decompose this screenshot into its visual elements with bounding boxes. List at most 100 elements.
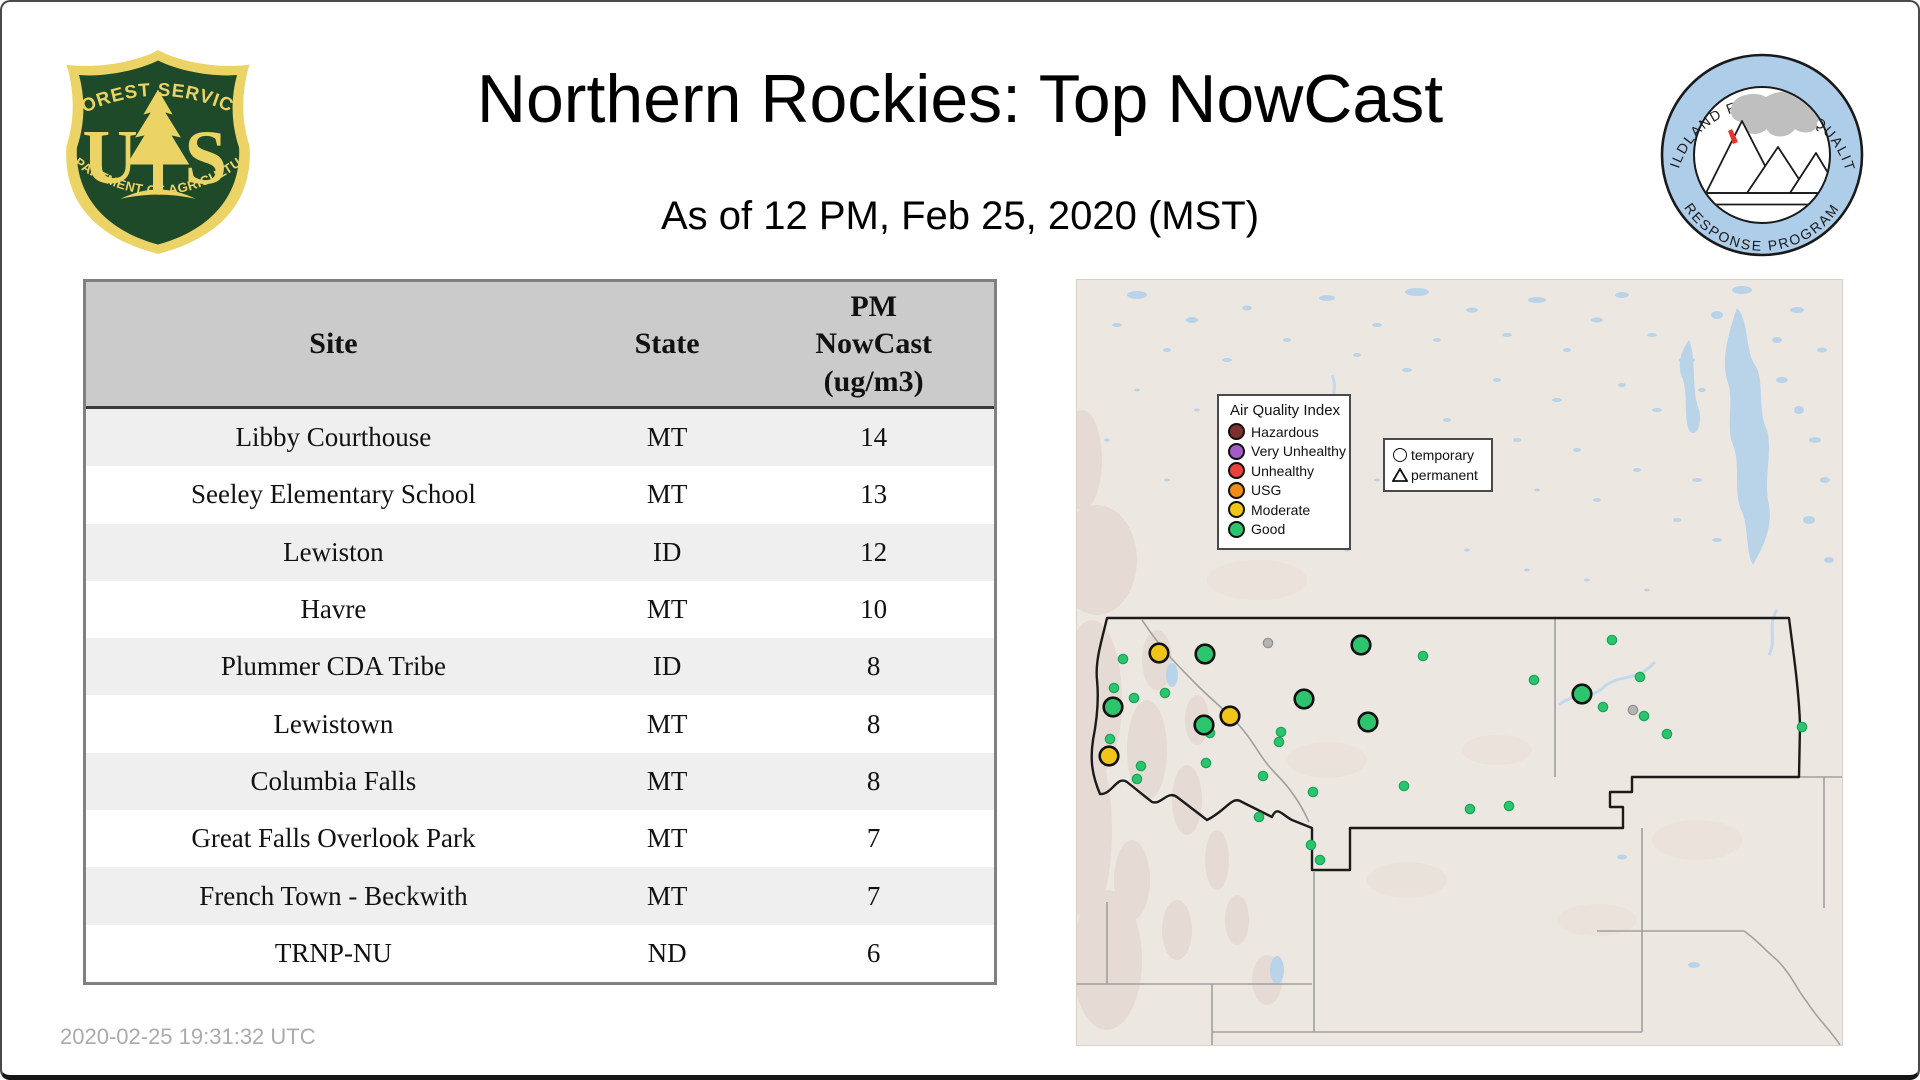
table-body: Libby Courthouse MT 14 Seeley Elementary Sc… [86,409,994,982]
table-row: Great Falls Overlook Park MT 7 [86,810,994,868]
table-cell: 8 [866,708,881,739]
nowcast-table: Site State PM NowCast (ug/m3) Libby Cour… [83,279,997,985]
aqi-legend-item: Very Unhealthy [1228,442,1346,460]
monitor-marker-large [1193,714,1215,736]
table-cell: 14 [860,422,888,453]
table-cell: MT [646,479,688,510]
aqi-color-swatch [1228,423,1245,440]
table-cell: 6 [866,937,881,968]
monitor-marker-small [1108,682,1120,694]
monitor-marker-small [1262,637,1274,649]
monitor-marker-large [1148,642,1170,664]
aqi-legend: Air Quality Index Hazardous Very Unhealth… [1217,394,1351,550]
table-row: Lewistown MT 8 [86,695,994,753]
monitor-marker-large [1102,696,1124,718]
table-cell: French Town - Beckwith [199,880,468,911]
monitor-marker-small [1398,780,1410,792]
monitor-marker-small [1200,757,1212,769]
monitor-marker-large [1571,683,1593,705]
monitor-marker-small [1464,803,1476,815]
monitor-marker-large [1350,634,1372,656]
type-legend-label: permanent [1411,467,1478,483]
table-row: Plummer CDA Tribe ID 8 [86,638,994,696]
table-cell: MT [646,708,688,739]
monitor-marker-large [1293,688,1315,710]
monitor-marker-small [1307,786,1319,798]
table-row: TRNP-NU ND 6 [86,924,994,982]
table-cell: MT [646,594,688,625]
table-row: Lewiston ID 12 [86,523,994,581]
table-cell: Columbia Falls [250,765,417,796]
table-row: French Town - Beckwith MT 7 [86,867,994,925]
aqi-legend-item: USG [1228,481,1341,499]
table-cell: Lewistown [273,708,394,739]
aqi-legend-label: Unhealthy [1251,462,1315,479]
monitor-marker-large [1357,711,1379,733]
table-cell: Plummer CDA Tribe [220,651,446,682]
monitor-marker-small [1131,773,1143,785]
permanent-triangle-icon [1391,468,1409,482]
aqi-color-swatch [1228,442,1245,460]
table-cell: MT [646,880,688,911]
table-cell: ID [652,536,682,567]
type-legend-item: permanent [1391,465,1485,485]
monitor-map: Air Quality Index Hazardous Very Unhealth… [1076,279,1843,1046]
monitor-marker-small [1528,674,1540,686]
aqi-legend-label: USG [1251,482,1282,498]
table-row: Columbia Falls MT 8 [86,752,994,811]
table-cell: ID [652,651,682,682]
report-page: FOREST SERVICE U S DEPARTMENT OF AGRICUL… [0,0,1920,1080]
type-legend-label: temporary [1411,447,1475,463]
table-row: Libby Courthouse MT 14 [86,409,994,467]
aqi-color-swatch [1228,520,1245,538]
monitor-marker-small [1634,671,1646,683]
type-legend-item: temporary [1391,445,1485,465]
aqi-color-swatch [1228,462,1245,479]
aqi-legend-item: Moderate [1228,501,1341,518]
aqi-legend-item: Hazardous [1228,423,1341,440]
monitor-marker-small [1104,733,1116,745]
monitor-marker-small [1638,710,1650,722]
table-cell: Seeley Elementary School [190,479,476,510]
table-cell: ND [647,937,687,968]
table-cell: 7 [866,880,881,911]
monitor-marker-small [1253,811,1265,823]
monitor-marker-small [1128,692,1140,704]
monitor-marker-small [1117,653,1129,665]
table-cell: 13 [860,479,888,510]
temporary-circle-icon [1391,448,1409,462]
basemap [1077,280,1842,1045]
monitor-type-legend: temporary permanent [1383,438,1493,492]
table-cell: TRNP-NU [274,937,392,968]
table-cell: Lewiston [283,536,384,567]
monitor-marker-small [1257,770,1269,782]
monitor-marker-small [1661,728,1673,740]
column-header-pm-nowcast: PM NowCast (ug/m3) [815,289,932,398]
table-cell: MT [646,765,688,796]
monitor-marker-small [1503,800,1515,812]
monitor-marker-small [1597,701,1609,713]
monitor-marker-small [1275,726,1287,738]
column-header-site: Site [309,327,358,360]
table-cell: Great Falls Overlook Park [191,823,476,854]
page-title: Northern Rockies: Top NowCast [476,61,1444,137]
table-cell: 12 [860,536,888,567]
aqi-legend-label: Very Unhealthy [1251,443,1346,459]
monitor-marker-small [1159,687,1171,699]
monitor-marker-large [1219,705,1241,727]
table-row: Seeley Elementary School MT 13 [86,466,994,524]
aqi-legend-item: Unhealthy [1228,462,1341,479]
table-cell: 8 [866,765,881,796]
table-cell: 7 [866,823,881,854]
table-cell: Havre [300,594,367,625]
aqi-legend-label: Moderate [1251,501,1311,518]
table-row: Havre MT 10 [86,580,994,639]
table-cell: Libby Courthouse [235,422,432,453]
monitor-marker-small [1606,634,1618,646]
table-cell: 8 [866,651,881,682]
table-cell: 10 [860,594,888,625]
aqi-legend-title: Air Quality Index [1230,402,1341,419]
aqi-legend-item: Good [1228,520,1341,538]
table-header: Site State PM NowCast (ug/m3) [86,282,994,409]
monitor-marker-small [1627,704,1639,716]
